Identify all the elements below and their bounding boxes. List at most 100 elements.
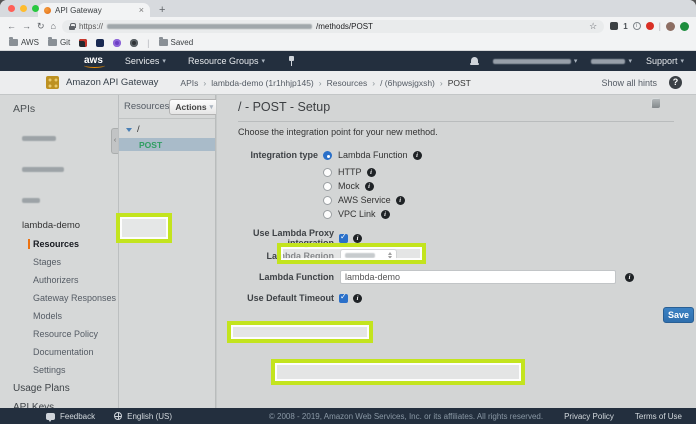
feedback-link[interactable]: Feedback [60,412,95,421]
account-menu[interactable] [492,57,578,65]
privacy-policy-link[interactable]: Privacy Policy [564,412,614,421]
info-icon[interactable] [412,150,422,160]
sidebar-item-authorizers[interactable]: Authorizers [33,275,118,285]
option-http[interactable]: HTTP [338,167,362,177]
info-icon[interactable] [353,233,362,243]
language-selector[interactable]: English (US) [127,412,172,421]
option-vpc-link[interactable]: VPC Link [338,209,376,219]
address-bar[interactable]: https:// /methods/POST ☆ [61,19,605,33]
method-setup-pane: / - POST - Setup Choose the integration … [216,95,696,408]
api-gateway-icon [46,76,59,89]
service-name[interactable]: Amazon API Gateway [66,77,158,88]
window-minimize-button[interactable] [20,5,27,12]
sidebar-item-settings[interactable]: Settings [33,365,118,375]
sidebar-item-lambda-demo[interactable]: lambda-demo [22,220,118,231]
back-icon[interactable]: ← [7,21,16,31]
extension-info-icon[interactable]: i [632,22,641,30]
bookmarks-separator: | [147,37,150,48]
sidebar-collapse-handle[interactable]: ‹ [111,128,118,154]
bookmark-folder-aws[interactable]: AWS [9,37,39,47]
redacted-api-name[interactable] [22,198,40,203]
option-lambda-function[interactable]: Lambda Function [338,150,408,160]
sidebar-heading-apis[interactable]: APIs [13,103,118,115]
window-close-button[interactable] [8,5,15,12]
redacted-api-name[interactable] [22,136,56,141]
extension-1password-icon[interactable]: 1 [623,22,627,31]
tree-expand-icon[interactable] [126,127,132,132]
lambda-region-label: Lambda Region [266,250,334,261]
toolbar-separator: | [658,21,661,31]
show-all-hints-link[interactable]: Show all hints [601,78,657,88]
bookmarks-bar: AWS Git | Saved [0,35,696,51]
feedback-bubble-icon [46,412,55,422]
home-icon[interactable]: ⌂ [51,21,56,31]
sidebar-item-resources[interactable]: Resources [28,239,118,249]
console-footer: Feedback English (US) © 2008 - 2019, Ama… [0,408,696,424]
extension-red-icon[interactable] [645,22,654,30]
breadcrumb-apis[interactable]: APIs [180,78,206,88]
info-icon[interactable] [395,195,405,205]
services-menu[interactable]: Services [125,56,166,66]
actions-button[interactable]: Actions [169,98,220,115]
browser-window: API Gateway × + ← → ↻ ⌂ https:// /method… [0,0,696,424]
breadcrumb-api[interactable]: lambda-demo (1r1hhjp145) [211,78,321,88]
sidebar-item-resource-policy[interactable]: Resource Policy [33,329,118,339]
profile-avatar[interactable] [666,21,675,31]
bookmark-folder-git[interactable]: Git [47,37,70,47]
region-menu[interactable] [591,57,632,65]
info-icon[interactable] [364,181,374,191]
info-icon[interactable] [366,167,376,177]
aws-logo[interactable]: aws [84,55,105,68]
breadcrumb-resources[interactable]: Resources [327,78,375,88]
sidebar-item-usage-plans[interactable]: Usage Plans [13,383,118,394]
extension-shield-icon[interactable] [610,22,619,30]
save-button[interactable]: Save [663,307,694,323]
radio-aws-service[interactable] [323,195,332,205]
bookmark-favicon[interactable] [130,38,139,47]
sidebar-item-stages[interactable]: Stages [33,257,118,267]
window-zoom-button[interactable] [32,5,39,12]
option-aws-service[interactable]: AWS Service [338,195,391,205]
reload-icon[interactable]: ↻ [37,21,45,32]
tab-close-icon[interactable]: × [139,5,144,15]
option-mock[interactable]: Mock [338,181,360,191]
tree-root-resource[interactable]: / [119,123,215,136]
hint-icon[interactable] [651,98,660,108]
lambda-function-input[interactable] [340,270,616,284]
sidebar-item-models[interactable]: Models [33,311,118,321]
pin-icon[interactable] [287,56,295,66]
radio-http[interactable] [323,167,332,177]
lambda-region-select[interactable] [340,249,397,262]
bookmark-favicon[interactable] [96,38,105,47]
notifications-bell-icon[interactable] [469,56,479,66]
terms-of-use-link[interactable]: Terms of Use [635,412,682,421]
bookmark-favicon[interactable] [79,38,88,47]
bookmark-favicon[interactable] [113,38,122,47]
sidebar-item-documentation[interactable]: Documentation [33,347,118,357]
url-path: /methods/POST [316,21,373,31]
breadcrumb-root-resource[interactable]: / (6hpwsjgxsh) [380,78,443,88]
forward-icon[interactable]: → [22,21,31,31]
tree-post-method[interactable]: POST [119,138,215,151]
sidebar-item-gateway-responses[interactable]: Gateway Responses [33,293,118,303]
radio-mock[interactable] [323,181,332,191]
radio-vpc-link[interactable] [323,209,332,219]
bookmark-folder-saved[interactable]: Saved [158,37,193,47]
browser-tab[interactable]: API Gateway × [38,3,150,17]
new-tab-button[interactable]: + [159,3,165,17]
default-timeout-checkbox[interactable] [339,292,348,303]
folder-icon [47,37,57,46]
extension-green-icon[interactable] [680,21,689,31]
help-icon[interactable]: ? [669,76,682,89]
info-icon[interactable] [380,209,390,219]
resource-groups-menu[interactable]: Resource Groups [188,56,265,66]
globe-icon [114,412,123,420]
radio-lambda-function[interactable] [323,150,332,160]
bookmark-star-icon[interactable]: ☆ [589,21,597,32]
info-icon[interactable] [625,272,634,282]
info-icon[interactable] [353,293,362,303]
redacted-api-name[interactable] [22,167,64,172]
aws-top-nav: aws Services Resource Groups Support [0,51,696,71]
support-menu[interactable]: Support [646,56,684,66]
proxy-integration-checkbox[interactable] [339,232,348,243]
